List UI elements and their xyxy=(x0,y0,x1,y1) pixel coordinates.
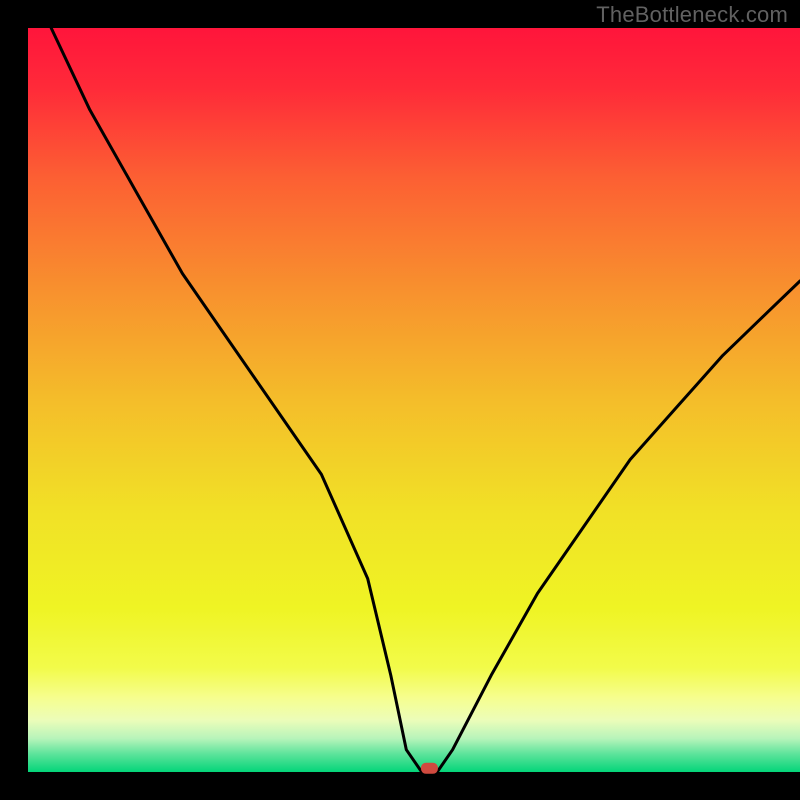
bottleneck-chart xyxy=(0,0,800,800)
optimum-marker xyxy=(421,763,438,774)
chart-frame: TheBottleneck.com xyxy=(0,0,800,800)
watermark-text: TheBottleneck.com xyxy=(596,2,788,28)
